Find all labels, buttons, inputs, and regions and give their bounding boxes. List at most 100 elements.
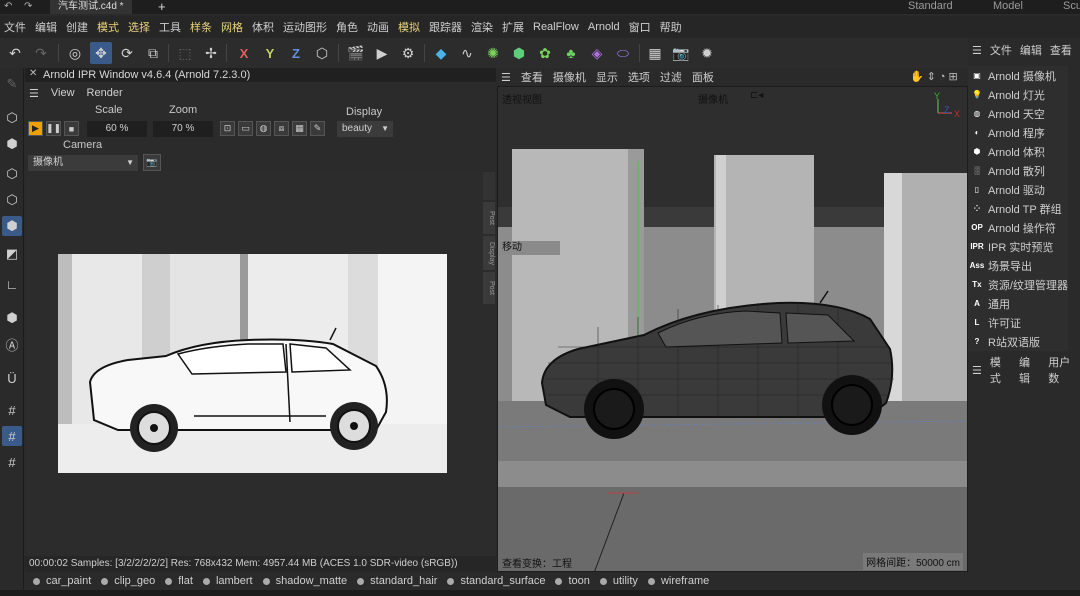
scale-icon[interactable]: ⧉ — [142, 42, 164, 64]
viewport-menu-item[interactable]: 摄像机 — [553, 69, 586, 85]
x-axis-lock[interactable]: X — [233, 42, 255, 64]
polygons-mode-icon[interactable]: ⬢ — [2, 216, 22, 236]
array-icon[interactable]: ✿ — [534, 42, 556, 64]
menu-item[interactable]: 创建 — [66, 19, 88, 35]
arnold-menu-item[interactable]: ⁘ Arnold TP 群组 — [968, 199, 1068, 218]
compare-icon[interactable]: ⧈ — [274, 121, 289, 136]
cube-icon[interactable]: ◆ — [430, 42, 452, 64]
cloner-icon[interactable]: ♣ — [560, 42, 582, 64]
y-axis-lock[interactable]: Y — [259, 42, 281, 64]
subdivision-icon[interactable]: ✺ — [482, 42, 504, 64]
viewport-menu-item[interactable]: 面板 — [692, 69, 714, 85]
edges-mode-icon[interactable]: ⬡ — [2, 190, 22, 210]
menu-item[interactable]: 渲染 — [471, 19, 493, 35]
menu-item[interactable]: 角色 — [336, 19, 358, 35]
menu-item[interactable]: 运动图形 — [283, 19, 327, 35]
redo-icon[interactable]: ↷ — [30, 42, 52, 64]
arnold-menu-item[interactable]: ▣ Arnold 摄像机 — [968, 66, 1068, 85]
shader-chip[interactable]: toon — [555, 575, 590, 587]
move-icon[interactable]: ✥ — [90, 42, 112, 64]
transform-icon[interactable]: ⬚ — [174, 42, 196, 64]
menu-item[interactable]: RealFlow — [533, 21, 579, 33]
new-tab-icon[interactable]: + — [158, 0, 166, 14]
pen-icon[interactable]: ✎ — [2, 74, 22, 94]
play-icon[interactable]: ▶ — [28, 121, 43, 136]
texture-mode-icon[interactable]: ⬢ — [2, 134, 22, 154]
shader-chip[interactable]: shadow_matte — [262, 575, 347, 587]
region-icon[interactable]: ⊡ — [220, 121, 235, 136]
viewport-menu-item[interactable]: 选项 — [628, 69, 650, 85]
arnold-menu-item[interactable]: ◐ Arnold 程序 — [968, 123, 1068, 142]
arnold-menu-item[interactable]: IPR IPR 实时预览 — [968, 237, 1068, 256]
side-tab-display[interactable]: Display — [483, 236, 495, 270]
render-view-icon[interactable]: 🎬 — [345, 42, 367, 64]
arnold-menu-item[interactable]: ◍ Arnold 天空 — [968, 104, 1068, 123]
render-area[interactable] — [25, 172, 496, 556]
z-axis-lock[interactable]: Z — [285, 42, 307, 64]
shader-chip[interactable]: utility — [599, 575, 638, 587]
render-settings-icon[interactable]: ⚙ — [397, 42, 419, 64]
redo-icon[interactable]: ↷ — [24, 0, 32, 14]
workspace-model[interactable]: Model — [993, 0, 1023, 12]
panel-menu-file[interactable]: 文件 — [990, 42, 1012, 58]
arnold-menu-item[interactable]: ? R站双语版 — [968, 332, 1068, 351]
pause-icon[interactable]: ❚❚ — [46, 121, 61, 136]
timeline[interactable] — [0, 590, 1080, 596]
viewport-menu-item[interactable]: 显示 — [596, 69, 618, 85]
menu-item[interactable]: 模拟 — [398, 19, 420, 35]
camera-icon[interactable]: 📷 — [670, 42, 692, 64]
menu-item[interactable]: 模式 — [97, 19, 119, 35]
panel-menu-view[interactable]: 查看 — [1050, 42, 1072, 58]
pick-icon[interactable]: ✎ — [310, 121, 325, 136]
lower-menu-edit[interactable]: 编辑 — [1019, 354, 1040, 386]
floor-icon[interactable]: ▦ — [644, 42, 666, 64]
shader-chip[interactable]: clip_geo — [101, 575, 155, 587]
undo-icon[interactable]: ↶ — [4, 42, 26, 64]
world-axis-icon[interactable]: ✢ — [200, 42, 222, 64]
object-axis-icon[interactable]: ◩ — [2, 244, 22, 264]
workplane-icon[interactable]: ⬢ — [2, 308, 22, 328]
lower-menu-user[interactable]: 用户数 — [1048, 354, 1080, 386]
undo-icon[interactable]: ↶ — [4, 0, 12, 14]
menu-item[interactable]: 选择 — [128, 19, 150, 35]
spline-pen-icon[interactable]: ∿ — [456, 42, 478, 64]
grid-overlay-icon[interactable]: ▦ — [292, 121, 307, 136]
shader-chip[interactable]: lambert — [202, 575, 253, 587]
ipr-menu-view[interactable]: View — [51, 87, 75, 99]
document-tab[interactable]: 汽车测试.c4d * — [50, 0, 132, 14]
ipr-menu-render[interactable]: Render — [87, 87, 123, 99]
snapshot-icon[interactable]: 📷 — [143, 154, 161, 171]
live-selection-icon[interactable]: ◎ — [64, 42, 86, 64]
arnold-menu-item[interactable]: Ass 场景导出 — [968, 256, 1068, 275]
close-icon[interactable]: ✕ — [29, 68, 37, 79]
arnold-menu-item[interactable]: ░ Arnold 散列 — [968, 161, 1068, 180]
hamburger-icon[interactable]: ☰ — [972, 364, 982, 377]
menu-item[interactable]: 窗口 — [629, 19, 651, 35]
arnold-menu-item[interactable]: OP Arnold 操作符 — [968, 218, 1068, 237]
workspace-scu[interactable]: Scu — [1063, 0, 1080, 12]
grid-icon[interactable]: # — [2, 400, 22, 420]
magnet-icon[interactable]: Ü — [2, 368, 22, 388]
viewport-camera[interactable]: 摄像机 — [698, 91, 728, 106]
camera-icon[interactable]: ⊏◂ — [750, 90, 763, 101]
hamburger-icon[interactable]: ☰ — [29, 87, 39, 100]
arnold-menu-item[interactable]: ▯ Arnold 驱动 — [968, 180, 1068, 199]
coordinate-system-icon[interactable]: ⬡ — [311, 42, 333, 64]
globe-icon[interactable]: ◍ — [256, 121, 271, 136]
panel-menu-edit[interactable]: 编辑 — [1020, 42, 1042, 58]
menu-item[interactable]: Arnold — [588, 21, 620, 33]
grid-snap-icon[interactable]: # — [2, 426, 22, 446]
menu-item[interactable]: 跟踪器 — [429, 19, 462, 35]
side-tab-post-2[interactable]: Post — [483, 272, 495, 304]
shader-chip[interactable]: flat — [165, 575, 193, 587]
arnold-menu-item[interactable]: ⬢ Arnold 体积 — [968, 142, 1068, 161]
workspace-standard[interactable]: Standard — [908, 0, 953, 12]
viewport-nav-icons[interactable]: ✋⇕◔⊞ — [910, 70, 961, 83]
deformer-icon[interactable]: ◈ — [586, 42, 608, 64]
menu-item[interactable]: 文件 — [4, 19, 26, 35]
grid-a-icon[interactable]: # — [2, 452, 22, 472]
extrude-icon[interactable]: ⬢ — [508, 42, 530, 64]
menu-item[interactable]: 体积 — [252, 19, 274, 35]
lower-menu-mode[interactable]: 模式 — [990, 354, 1011, 386]
scale-input[interactable]: 60 % — [87, 121, 147, 137]
